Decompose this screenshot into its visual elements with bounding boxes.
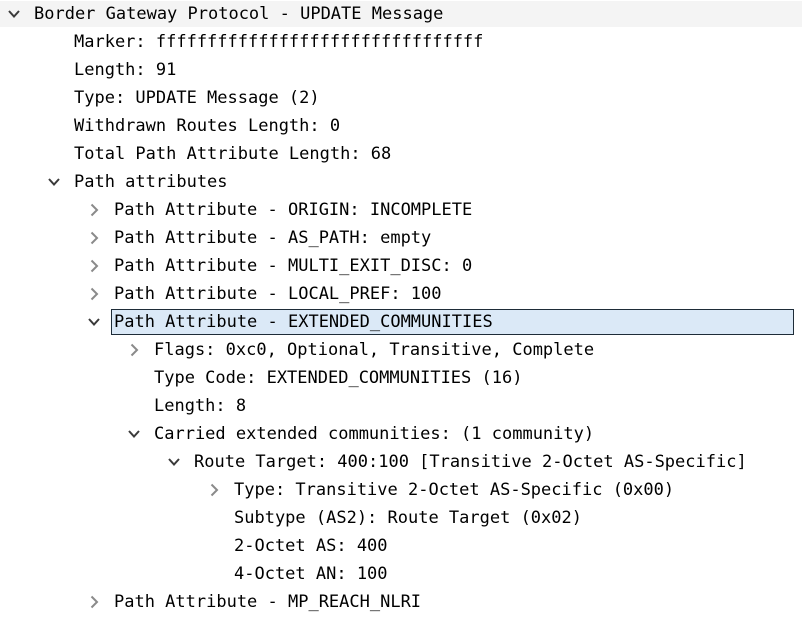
tree-row-label: Path Attribute - AS_PATH: empty xyxy=(114,228,432,248)
chevron-down-icon[interactable] xyxy=(84,312,104,332)
tree-row[interactable]: 2-Octet AS: 400 xyxy=(0,533,802,559)
tree-row-label: 2-Octet AS: 400 xyxy=(234,536,388,556)
chevron-right-icon[interactable] xyxy=(84,256,104,276)
tree-row-label: Type: Transitive 2-Octet AS-Specific (0x… xyxy=(234,480,675,500)
tree-row-label: Withdrawn Routes Length: 0 xyxy=(74,116,341,136)
tree-row[interactable]: Path Attribute - MP_REACH_NLRI xyxy=(0,589,802,615)
tree-row-label: Subtype (AS2): Route Target (0x02) xyxy=(234,508,582,528)
tree-row-label: Total Path Attribute Length: 68 xyxy=(74,144,392,164)
tree-row[interactable]: Border Gateway Protocol - UPDATE Message xyxy=(0,1,802,27)
tree-row-label: Type: UPDATE Message (2) xyxy=(74,88,320,108)
chevron-right-icon[interactable] xyxy=(84,284,104,304)
tree-row-label: Path Attribute - MP_REACH_NLRI xyxy=(114,592,422,612)
tree-row-label: Carried extended communities: (1 communi… xyxy=(154,424,595,444)
tree-row-label: Path Attribute - EXTENDED_COMMUNITIES xyxy=(111,309,794,335)
chevron-down-icon[interactable] xyxy=(164,452,184,472)
chevron-right-icon[interactable] xyxy=(124,340,144,360)
tree-row-label: Path Attribute - ORIGIN: INCOMPLETE xyxy=(114,200,473,220)
tree-row-label: Path attributes xyxy=(74,172,228,192)
tree-row[interactable]: Type Code: EXTENDED_COMMUNITIES (16) xyxy=(0,365,802,391)
chevron-right-icon[interactable] xyxy=(84,228,104,248)
tree-row[interactable]: Path Attribute - ORIGIN: INCOMPLETE xyxy=(0,197,802,223)
tree-row-label: Route Target: 400:100 [Transitive 2-Octe… xyxy=(194,452,747,472)
tree-row-label: 4-Octet AN: 100 xyxy=(234,564,388,584)
tree-row[interactable]: Withdrawn Routes Length: 0 xyxy=(0,113,802,139)
packet-details-tree: Border Gateway Protocol - UPDATE Message… xyxy=(0,0,802,618)
chevron-down-icon[interactable] xyxy=(4,4,24,24)
chevron-right-icon[interactable] xyxy=(84,200,104,220)
tree-row[interactable]: 4-Octet AN: 100 xyxy=(0,561,802,587)
tree-row[interactable]: Length: 8 xyxy=(0,393,802,419)
tree-row-label: Length: 91 xyxy=(74,60,177,80)
tree-row[interactable]: Type: Transitive 2-Octet AS-Specific (0x… xyxy=(0,477,802,503)
tree-row[interactable]: Flags: 0xc0, Optional, Transitive, Compl… xyxy=(0,337,802,363)
chevron-down-icon[interactable] xyxy=(124,424,144,444)
tree-row[interactable]: Path Attribute - MULTI_EXIT_DISC: 0 xyxy=(0,253,802,279)
chevron-right-icon[interactable] xyxy=(204,480,224,500)
tree-row[interactable]: Path attributes xyxy=(0,169,802,195)
tree-row-label: Marker: ffffffffffffffffffffffffffffffff xyxy=(74,32,484,52)
tree-row[interactable]: Carried extended communities: (1 communi… xyxy=(0,421,802,447)
tree-row[interactable]: Path Attribute - EXTENDED_COMMUNITIES xyxy=(0,309,802,335)
tree-row-label: Length: 8 xyxy=(154,396,247,416)
tree-row[interactable]: Total Path Attribute Length: 68 xyxy=(0,141,802,167)
tree-row[interactable]: Path Attribute - LOCAL_PREF: 100 xyxy=(0,281,802,307)
tree-row-label: Type Code: EXTENDED_COMMUNITIES (16) xyxy=(154,368,523,388)
tree-row-label: Path Attribute - LOCAL_PREF: 100 xyxy=(114,284,442,304)
tree-row[interactable]: Marker: ffffffffffffffffffffffffffffffff xyxy=(0,29,802,55)
tree-row[interactable]: Type: UPDATE Message (2) xyxy=(0,85,802,111)
tree-row[interactable]: Length: 91 xyxy=(0,57,802,83)
tree-row-label: Flags: 0xc0, Optional, Transitive, Compl… xyxy=(154,340,595,360)
tree-row[interactable]: Route Target: 400:100 [Transitive 2-Octe… xyxy=(0,449,802,475)
chevron-down-icon[interactable] xyxy=(44,172,64,192)
tree-row-label: Path Attribute - MULTI_EXIT_DISC: 0 xyxy=(114,256,473,276)
tree-row-label: Border Gateway Protocol - UPDATE Message xyxy=(34,4,444,24)
chevron-right-icon[interactable] xyxy=(84,592,104,612)
tree-row[interactable]: Path Attribute - AS_PATH: empty xyxy=(0,225,802,251)
tree-row[interactable]: Subtype (AS2): Route Target (0x02) xyxy=(0,505,802,531)
